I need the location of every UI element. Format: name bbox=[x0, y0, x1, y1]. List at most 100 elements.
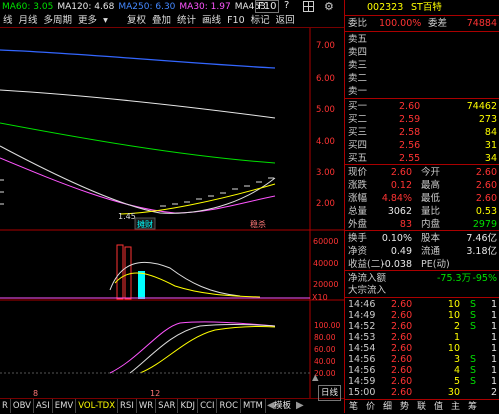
indicator-tabs: R OBV ASI EMV VOL-TDX RSI WR SAR KDJ CCI ROC MTM ◀ … bbox=[0, 373, 344, 414]
more-dropdown-icon[interactable]: ▾ bbox=[100, 14, 111, 27]
indicator-tab[interactable]: ROC bbox=[217, 399, 242, 413]
sell-row[interactable]: 卖四 bbox=[345, 46, 499, 59]
tick-count: 1 bbox=[490, 354, 497, 365]
panel-tab[interactable]: 笔 bbox=[345, 400, 362, 414]
right-arrow-icon[interactable]: ▶ bbox=[296, 399, 304, 413]
buy-row[interactable]: 买四 2.56 31 bbox=[345, 139, 499, 152]
quote-row-label2: 今开 bbox=[421, 167, 441, 178]
sell-row[interactable]: 卖三 bbox=[345, 59, 499, 72]
indicator-tab[interactable]: KDJ bbox=[178, 399, 199, 413]
tick-time: 14:56 bbox=[348, 354, 376, 365]
overlay-button[interactable]: 叠加 bbox=[149, 14, 174, 27]
tick-price: 2.60 bbox=[391, 376, 413, 387]
sell-row[interactable]: 卖五 bbox=[345, 33, 499, 46]
tick-volume: 10 bbox=[447, 343, 460, 354]
sell-row[interactable]: 卖二 bbox=[345, 72, 499, 85]
tick-row: 14:54 2.60 10 1 bbox=[345, 343, 499, 354]
stats-row: 换手 0.10% 股本 7.46亿 bbox=[345, 232, 499, 245]
buy-row[interactable]: 买二 2.59 273 bbox=[345, 113, 499, 126]
tab-monthly[interactable]: 月线 bbox=[16, 14, 41, 27]
help-button[interactable]: ? bbox=[281, 0, 292, 12]
template-button[interactable]: 模板 bbox=[274, 399, 291, 413]
buy-price: 2.59 bbox=[399, 114, 421, 125]
tick-row: 14:46 2.60 10 S 1 bbox=[345, 299, 499, 310]
tick-time: 14:53 bbox=[348, 332, 376, 343]
tick-row: 14:52 2.60 2 S 1 bbox=[345, 321, 499, 332]
sell-row[interactable]: 卖一 bbox=[345, 85, 499, 98]
price-axis: 7.00 6.00 5.00 4.00 3.00 2.00 bbox=[316, 41, 335, 209]
tick-time: 14:54 bbox=[348, 343, 376, 354]
indicator-tab[interactable]: SAR bbox=[156, 399, 179, 413]
indicator-tab[interactable]: RSI bbox=[118, 399, 137, 413]
panel-tab[interactable]: 势 bbox=[396, 400, 413, 414]
tick-side: S bbox=[470, 310, 477, 321]
indicator-tab[interactable]: WR bbox=[137, 399, 157, 413]
f10-tool-button[interactable]: F10 bbox=[224, 14, 248, 27]
indicator-tab[interactable]: CCI bbox=[198, 399, 218, 413]
volume-unit: X10 bbox=[312, 293, 328, 302]
panel-tab[interactable]: 值 bbox=[430, 400, 447, 414]
ind-line-white bbox=[129, 323, 276, 374]
draw-button[interactable]: 画线 bbox=[199, 14, 224, 27]
tick-row: 14:53 2.60 1 1 bbox=[345, 332, 499, 343]
panel-tab[interactable]: 筹 bbox=[464, 400, 481, 414]
weicha-label: 委差 bbox=[428, 18, 448, 29]
tab-line[interactable]: 线 bbox=[0, 14, 16, 27]
gear-icon[interactable]: ⚙ bbox=[324, 0, 334, 13]
ma30-line bbox=[0, 157, 276, 214]
indicator-tab[interactable]: R bbox=[0, 399, 11, 413]
price-tick: 4.00 bbox=[316, 137, 335, 147]
adjust-button[interactable]: 复权 bbox=[124, 14, 149, 27]
expand-icon[interactable]: ▲ bbox=[312, 371, 319, 385]
mark-button[interactable]: 标记 bbox=[248, 14, 273, 27]
tick-side: S bbox=[470, 365, 477, 376]
panel-tab[interactable]: 价 bbox=[362, 400, 379, 414]
price-candles bbox=[160, 177, 274, 207]
indicator-bar: MA60: 3.05 MA120: 4.68 MA250: 6.30 MA30: 1.… bbox=[0, 0, 344, 15]
tick-time: 14:59 bbox=[348, 376, 376, 387]
price-tick: 5.00 bbox=[316, 105, 335, 115]
quote-row: 现价 2.60 今开 2.60 bbox=[345, 166, 499, 179]
indicator-tick: 100.00 bbox=[314, 321, 340, 330]
ma-legend-item: MA30: 1.97 bbox=[179, 2, 231, 12]
grid-icon[interactable] bbox=[303, 1, 314, 12]
ma60-line bbox=[0, 122, 276, 164]
indicator-tab[interactable]: ASI bbox=[34, 399, 53, 413]
daily-button[interactable]: 日线 bbox=[318, 385, 342, 401]
buy-row[interactable]: 买一 2.60 74462 bbox=[345, 100, 499, 113]
tab-more[interactable]: 更多 bbox=[75, 14, 100, 27]
stock-header: 002323 ST百特 bbox=[345, 1, 499, 14]
back-button[interactable]: 返回 bbox=[273, 14, 298, 27]
panel-tab[interactable]: 主 bbox=[447, 400, 464, 414]
news-marker-label: 摊财 bbox=[137, 219, 153, 229]
panel-tab[interactable]: 细 bbox=[379, 400, 396, 414]
quote-panel: 002323 ST百特 委比 100.00% 委差 74884 卖五 卖四 卖三 卖二… bbox=[344, 0, 499, 413]
chart-canvas[interactable]: 1.45 摊财 稳杀 7.00 6.00 5.00 4.00 3.00 2.00 6000… bbox=[0, 28, 344, 398]
quote-row-value2: 2.60 bbox=[475, 167, 497, 178]
tick-count: 1 bbox=[490, 332, 497, 343]
quote-row-value2: 2.60 bbox=[475, 180, 497, 191]
quote-row-label: 涨幅 bbox=[348, 193, 368, 204]
tick-row: 14:56 2.60 3 S 1 bbox=[345, 354, 499, 365]
quote-row: 涨跌 0.12 最高 2.60 bbox=[345, 179, 499, 192]
stats-button[interactable]: 统计 bbox=[174, 14, 199, 27]
tab-multi-period[interactable]: 多周期 bbox=[41, 14, 76, 27]
indicator-tab[interactable]: OBV bbox=[11, 399, 34, 413]
buy-label: 买二 bbox=[348, 114, 368, 125]
tick-volume: 10 bbox=[447, 310, 460, 321]
low-price-label: 1.45 bbox=[118, 212, 136, 221]
buy-row[interactable]: 买三 2.58 84 bbox=[345, 126, 499, 139]
stock-code: 002323 bbox=[367, 2, 404, 13]
indicator-tab[interactable]: VOL-TDX bbox=[76, 399, 119, 413]
buy-label: 买四 bbox=[348, 140, 368, 151]
panel-tab[interactable]: 联 bbox=[413, 400, 430, 414]
indicator-tab[interactable]: EMV bbox=[53, 399, 77, 413]
f10-button[interactable]: F10 bbox=[255, 0, 280, 13]
quote-row-label: 现价 bbox=[348, 167, 368, 178]
period-tabs: 线月线 多周期 更多 ▾ bbox=[0, 14, 111, 27]
tick-side: S bbox=[470, 354, 477, 365]
indicator-tab[interactable]: MTM bbox=[241, 399, 266, 413]
weibi-row: 委比 100.00% 委差 74884 bbox=[345, 17, 499, 30]
ma-white-line bbox=[0, 145, 276, 214]
tick-row: 14:59 2.60 5 S 1 bbox=[345, 376, 499, 387]
